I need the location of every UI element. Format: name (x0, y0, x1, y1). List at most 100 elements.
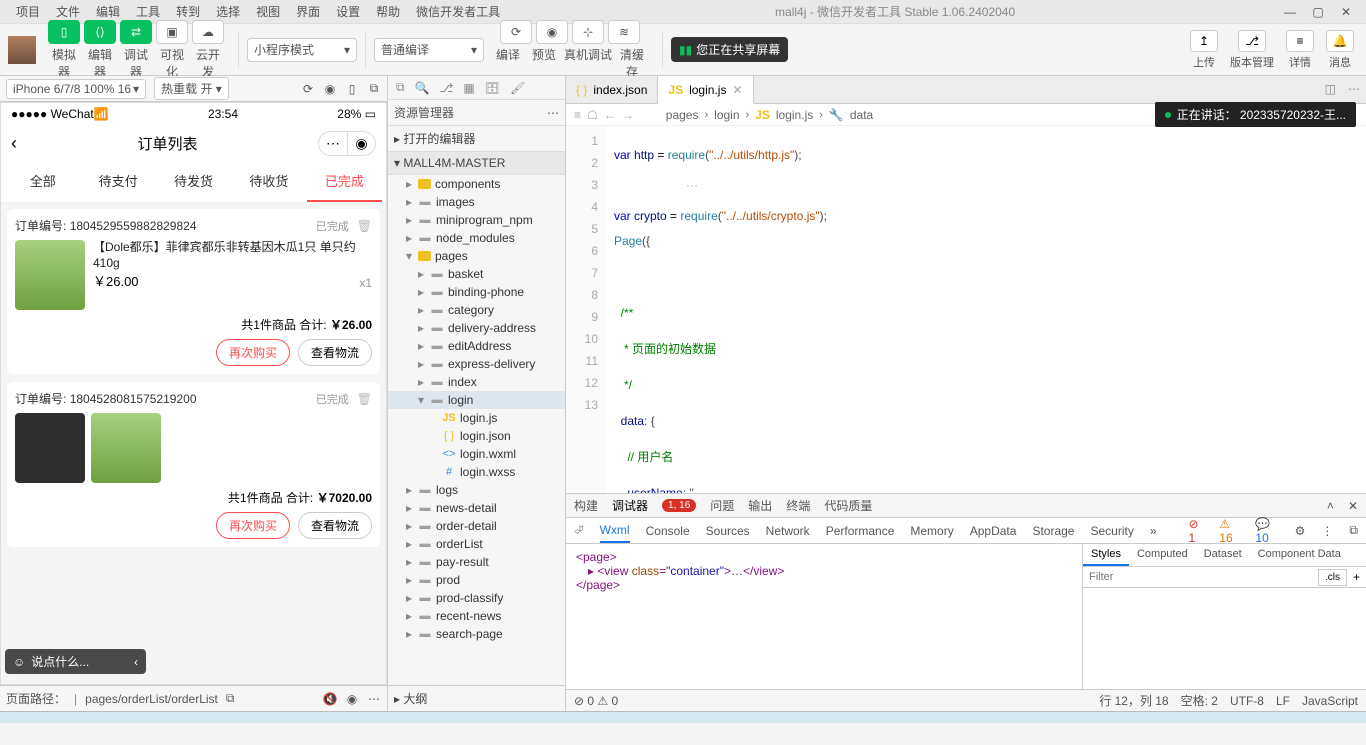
tree-item-express-delivery[interactable]: ▸▬express-delivery (388, 355, 565, 373)
refresh-icon[interactable]: ⟳ (301, 82, 315, 96)
tab-dataset[interactable]: Dataset (1196, 544, 1250, 566)
device-icon[interactable]: ▯ (345, 82, 359, 96)
tree-item-login.wxss[interactable]: #login.wxss (388, 463, 565, 481)
tree-item-editAddress[interactable]: ▸▬editAddress (388, 337, 565, 355)
error-count[interactable]: ⊘ 1 (1189, 517, 1204, 545)
menu-file[interactable]: 文件 (48, 3, 88, 20)
open-editors-section[interactable]: ▸ 打开的编辑器 (388, 126, 565, 152)
collapse-icon[interactable]: ‹ (134, 655, 138, 669)
clear-cache-button[interactable]: ≋ (608, 20, 640, 44)
menu-select[interactable]: 选择 (208, 3, 248, 20)
collapse-icon[interactable]: ˄ (1327, 499, 1334, 513)
editor-button[interactable]: ⟨⟩ (84, 20, 116, 44)
tree-item-login[interactable]: ▾▬login (388, 391, 565, 409)
preview-button[interactable]: ◉ (536, 20, 568, 44)
tree-item-delivery-address[interactable]: ▸▬delivery-address (388, 319, 565, 337)
remote-debug-button[interactable]: ⊹ (572, 20, 604, 44)
logistics-button[interactable]: 查看物流 (298, 339, 372, 366)
tree-item-index[interactable]: ▸▬index (388, 373, 565, 391)
close-tab-icon[interactable]: ✕ (732, 83, 742, 97)
copy-icon[interactable]: ⧉ (226, 691, 235, 706)
product-image[interactable] (91, 413, 161, 483)
tree-item-pay-result[interactable]: ▸▬pay-result (388, 553, 565, 571)
extensions-icon[interactable]: ▦ (463, 81, 474, 95)
compile-select[interactable]: 普通编译▾ (374, 38, 484, 62)
tree-item-recent-news[interactable]: ▸▬recent-news (388, 607, 565, 625)
project-root[interactable]: ▾ MALL4M-MASTER (388, 152, 565, 175)
minimize-icon[interactable]: — (1282, 5, 1298, 19)
logistics-button[interactable]: 查看物流 (298, 512, 372, 539)
tab-storage[interactable]: Storage (1032, 520, 1074, 542)
speak-bar[interactable]: ☺ 说点什么... ‹ (5, 649, 146, 674)
crumb-login[interactable]: login (714, 108, 739, 122)
version-button[interactable]: ⎇ (1238, 30, 1266, 52)
tab-wxml[interactable]: Wxml (600, 519, 630, 543)
tab-styles[interactable]: Styles (1083, 544, 1129, 566)
code-editor[interactable]: 12345678910111213 var http = require("..… (566, 126, 1366, 493)
code-text[interactable]: var http = require("../../utils/http.js"… (606, 126, 1366, 493)
tree-item-login.json[interactable]: { }login.json (388, 427, 565, 445)
cloud-button[interactable]: ☁ (192, 20, 224, 44)
info-count[interactable]: 💬 10 (1255, 517, 1278, 545)
more-icon[interactable]: ⋯ (1342, 76, 1366, 103)
simulator-button[interactable]: ▯ (48, 20, 80, 44)
tree-item-binding-phone[interactable]: ▸▬binding-phone (388, 283, 565, 301)
db-icon[interactable]: 🗄 (485, 81, 500, 95)
popout-icon[interactable]: ⧉ (367, 82, 381, 96)
more-icon[interactable]: ⋯ (367, 692, 381, 706)
compile-button[interactable]: ⟳ (500, 20, 532, 44)
split-icon[interactable]: ◫ (1319, 76, 1342, 103)
outline-section[interactable]: ▸ 大纲 (388, 685, 565, 711)
tree-item-basket[interactable]: ▸▬basket (388, 265, 565, 283)
cls-toggle[interactable]: .cls (1318, 569, 1347, 586)
tree-item-search-page[interactable]: ▸▬search-page (388, 625, 565, 643)
mode-select[interactable]: 小程序模式▾ (247, 38, 357, 62)
menu-view[interactable]: 视图 (248, 3, 288, 20)
tab-all[interactable]: 全部 (5, 161, 80, 202)
menu-help[interactable]: 帮助 (368, 3, 408, 20)
tree-item-prod[interactable]: ▸▬prod (388, 571, 565, 589)
product-image[interactable] (15, 240, 85, 310)
gear-icon[interactable]: ⚙ (1295, 524, 1306, 538)
tree-item-login.js[interactable]: JSlogin.js (388, 409, 565, 427)
fwd-nav-icon[interactable]: → (622, 108, 634, 122)
maximize-icon[interactable]: ▢ (1310, 5, 1326, 19)
tab-problems[interactable]: 问题 (710, 497, 734, 514)
tab-pending-recv[interactable]: 待收货 (231, 161, 306, 202)
tab-build[interactable]: 构建 (574, 497, 598, 514)
git-icon[interactable]: ⎇ (440, 81, 454, 95)
close-panel-icon[interactable]: ✕ (1348, 499, 1358, 513)
tree-item-pages[interactable]: ▾pages (388, 247, 565, 265)
upload-button[interactable]: ↥ (1190, 30, 1218, 52)
device-select[interactable]: iPhone 6/7/8 100% 16 ▾ (6, 79, 146, 99)
tree-item-logs[interactable]: ▸▬logs (388, 481, 565, 499)
tree-item-node_modules[interactable]: ▸▬node_modules (388, 229, 565, 247)
tree-item-order-detail[interactable]: ▸▬order-detail (388, 517, 565, 535)
tab-codequality[interactable]: 代码质量 (824, 497, 872, 514)
screen-share-badge[interactable]: ▮▮您正在共享屏幕 (671, 37, 788, 62)
tree-item-login.wxml[interactable]: <>login.wxml (388, 445, 565, 463)
tree-item-category[interactable]: ▸▬category (388, 301, 565, 319)
capsule-close-icon[interactable]: ◉ (347, 132, 375, 155)
avatar[interactable] (8, 36, 36, 64)
cursor-pos[interactable]: 行 12，列 18 (1099, 692, 1168, 709)
tab-done[interactable]: 已完成 (307, 161, 382, 202)
filter-input[interactable] (1083, 567, 1318, 587)
tree-item-components[interactable]: ▸components (388, 175, 565, 193)
warn-count[interactable]: ⚠ 16 (1219, 517, 1239, 545)
debugger-button[interactable]: ⇄ (120, 20, 152, 44)
tree-item-orderList[interactable]: ▸▬orderList (388, 535, 565, 553)
audio-icon[interactable]: 🔇 (323, 692, 337, 706)
more-icon[interactable]: ⋯ (547, 106, 559, 120)
tab-network[interactable]: Network (766, 520, 810, 542)
tab-login-js[interactable]: JSlogin.js✕ (658, 76, 753, 104)
tree-item-images[interactable]: ▸▬images (388, 193, 565, 211)
taskbar[interactable] (0, 711, 1366, 723)
tab-memory[interactable]: Memory (910, 520, 953, 542)
details-button[interactable]: ≡ (1286, 30, 1314, 52)
visualize-button[interactable]: ▣ (156, 20, 188, 44)
emoji-icon[interactable]: ☺ (13, 655, 25, 669)
hotreload-select[interactable]: 热重载 开 ▾ (154, 77, 229, 100)
tab-performance[interactable]: Performance (826, 520, 895, 542)
popout-icon[interactable]: ⧉ (1349, 523, 1358, 538)
